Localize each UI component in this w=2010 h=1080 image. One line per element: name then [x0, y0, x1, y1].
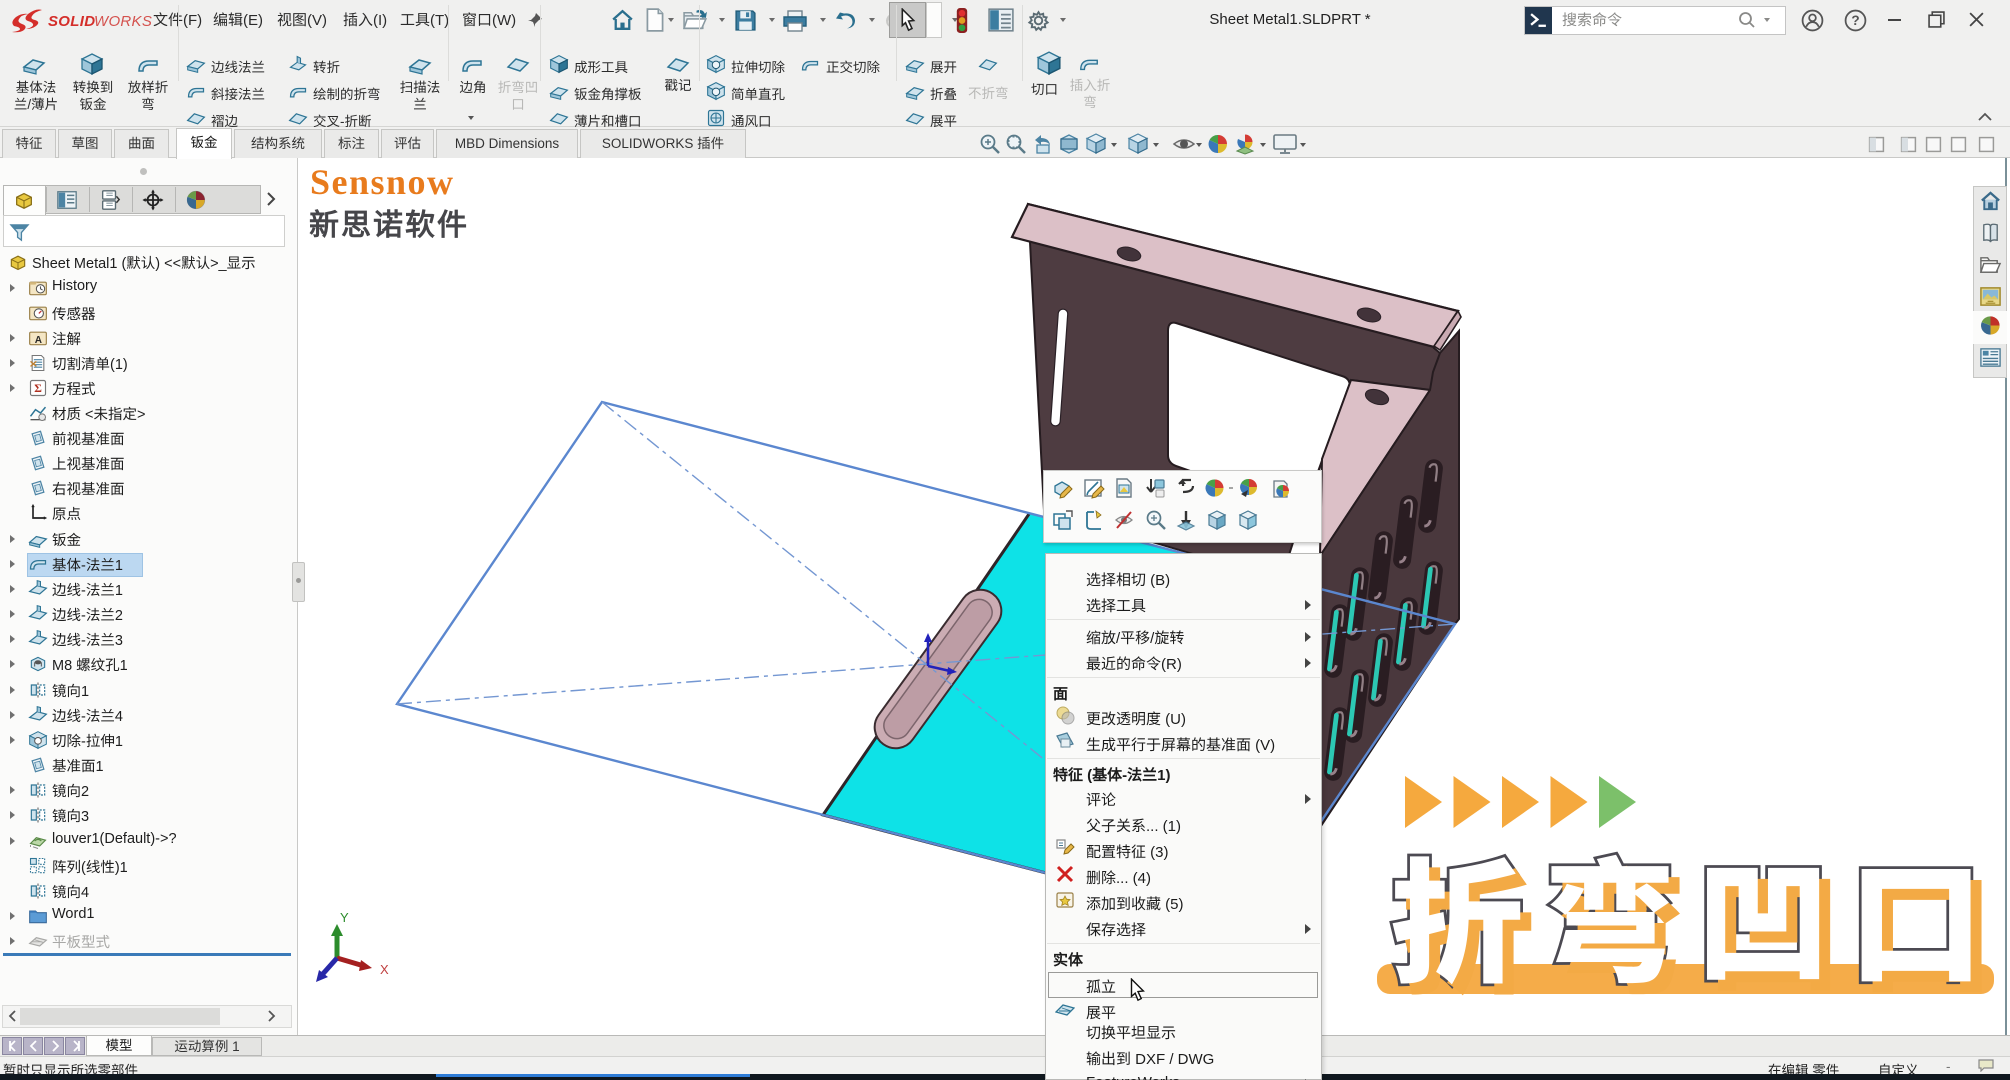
svg-text:X: X	[380, 962, 389, 977]
svg-text:Σ: Σ	[34, 382, 42, 395]
svg-text:Y: Y	[340, 910, 349, 925]
svg-text:SOLID: SOLID	[48, 13, 95, 30]
svg-text:WORKS: WORKS	[94, 13, 152, 30]
svg-text:A: A	[35, 335, 42, 346]
svg-text:?: ?	[1851, 13, 1859, 28]
